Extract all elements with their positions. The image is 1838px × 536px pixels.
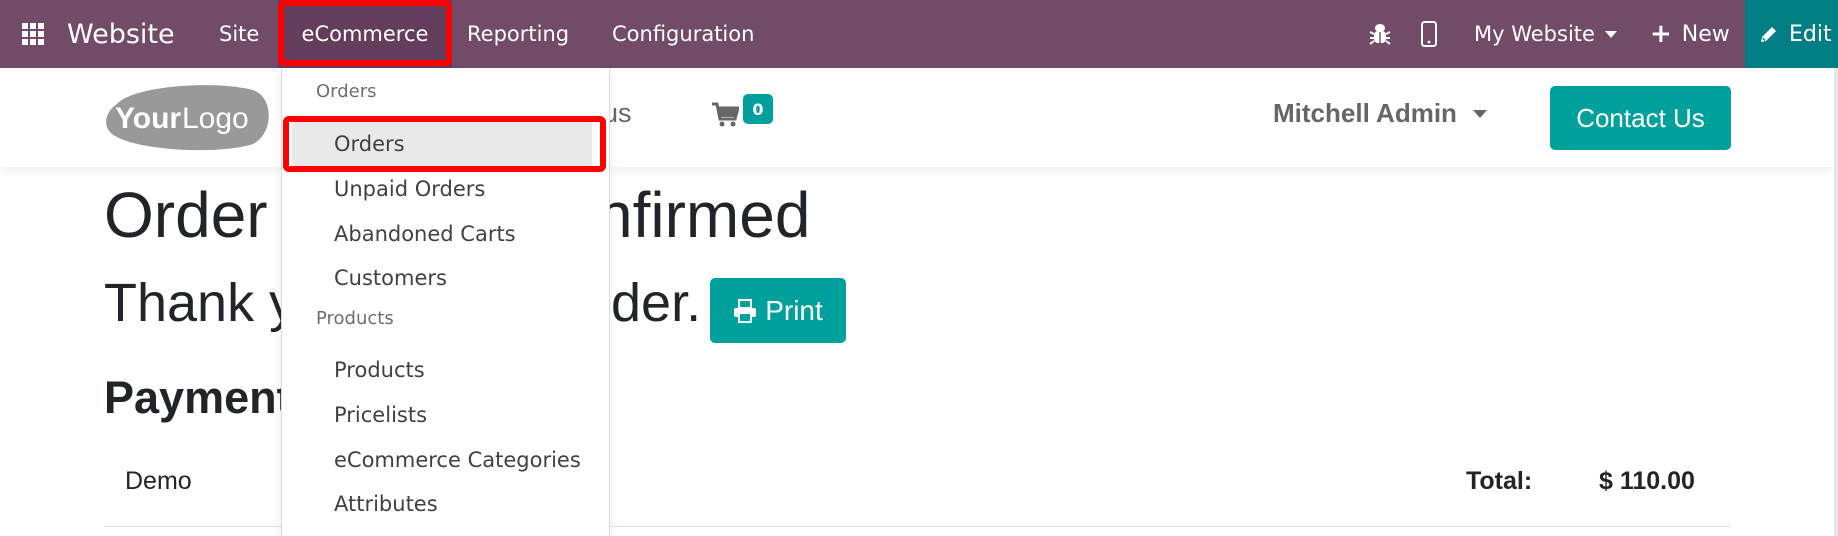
bug-icon xyxy=(1369,24,1391,45)
dropdown-section-products: Products xyxy=(316,308,394,329)
edit-button-label: Edit xyxy=(1789,21,1832,47)
edit-button[interactable]: Edit xyxy=(1745,0,1838,68)
user-name: Mitchell Admin xyxy=(1273,98,1457,128)
caret-down-icon xyxy=(1604,30,1617,38)
apps-menu-button[interactable] xyxy=(22,0,46,68)
dropdown-item-ecommerce-categories[interactable]: eCommerce Categories xyxy=(282,438,609,482)
page-scrollbar[interactable] xyxy=(1834,68,1838,536)
apps-grid-icon xyxy=(22,23,44,45)
caret-down-icon xyxy=(1472,109,1487,118)
total-label: Total: xyxy=(1466,467,1533,495)
company-logo[interactable]: Your Logo xyxy=(103,82,271,152)
mobile-icon xyxy=(1421,21,1437,47)
thank-you-left: Thank y xyxy=(104,273,297,333)
menu-site[interactable]: Site xyxy=(219,0,259,68)
website-selector-label: My Website xyxy=(1474,22,1595,46)
total-value: $ 110.00 xyxy=(1599,467,1695,495)
new-button-label: New xyxy=(1681,21,1730,47)
logo-text-light: Logo xyxy=(182,102,249,135)
dropdown-item-orders[interactable]: Orders xyxy=(292,122,592,166)
user-menu[interactable]: Mitchell Admin xyxy=(1273,98,1487,129)
website-selector[interactable]: My Website xyxy=(1474,0,1617,68)
dropdown-item-unpaid-orders[interactable]: Unpaid Orders xyxy=(282,167,609,211)
cart-icon[interactable] xyxy=(711,102,739,128)
dropdown-section-orders: Orders xyxy=(316,81,377,102)
mobile-preview-button[interactable] xyxy=(1421,0,1441,68)
app-brand[interactable]: Website xyxy=(67,0,175,68)
page-title-right: nfirmed xyxy=(597,179,811,251)
website-header: Your Logo t us 0 Mitchell Admin Contact … xyxy=(0,68,1834,167)
pencil-icon xyxy=(1761,27,1776,42)
payment-heading: Payment xyxy=(104,372,292,423)
top-navbar: Website Site eCommerce Reporting Configu… xyxy=(0,0,1838,68)
printer-icon xyxy=(734,298,757,323)
dropdown-item-attributes[interactable]: Attributes xyxy=(282,482,609,526)
dropdown-item-products[interactable]: Products xyxy=(282,348,609,392)
print-button[interactable]: Print xyxy=(710,278,846,343)
plus-icon: + xyxy=(1650,19,1672,49)
page-title-left: Order xyxy=(104,179,268,251)
cart-count-badge: 0 xyxy=(743,94,773,124)
payment-method: Demo xyxy=(125,467,192,495)
ecommerce-dropdown-menu: Orders Orders Unpaid Orders Abandoned Ca… xyxy=(281,68,610,536)
dropdown-item-customers[interactable]: Customers xyxy=(282,256,609,300)
print-button-label: Print xyxy=(765,294,823,326)
thank-you-right: der. xyxy=(611,273,702,333)
menu-configuration[interactable]: Configuration xyxy=(612,0,754,68)
debug-button[interactable] xyxy=(1369,0,1393,68)
logo-text-bold: Your xyxy=(115,102,181,135)
dropdown-item-abandoned-carts[interactable]: Abandoned Carts xyxy=(282,212,609,256)
dropdown-item-pricelists[interactable]: Pricelists xyxy=(282,393,609,437)
menu-reporting[interactable]: Reporting xyxy=(467,0,569,68)
menu-ecommerce[interactable]: eCommerce xyxy=(278,0,452,68)
contact-us-button[interactable]: Contact Us xyxy=(1550,86,1731,150)
new-button[interactable]: + New xyxy=(1650,0,1730,68)
